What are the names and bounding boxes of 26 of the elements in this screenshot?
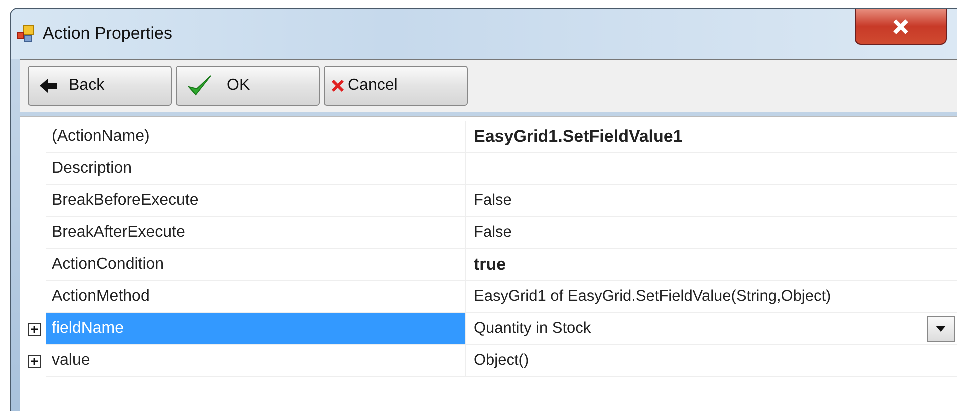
expand-icon[interactable] <box>28 322 40 336</box>
property-name[interactable]: BreakAfterExecute <box>46 217 465 249</box>
ok-button[interactable]: OK <box>176 66 320 106</box>
app-icon <box>17 25 35 43</box>
property-name[interactable]: value <box>46 345 465 377</box>
caret-icon <box>936 326 946 332</box>
checkmark-icon <box>187 74 213 98</box>
close-button[interactable] <box>855 9 947 45</box>
property-value[interactable]: EasyGrid1 of EasyGrid.SetFieldValue(String,Object) <box>465 281 957 313</box>
back-button[interactable]: Back <box>28 66 172 106</box>
property-name[interactable]: ActionCondition <box>46 249 465 281</box>
cancel-button[interactable]: Cancel <box>324 66 468 106</box>
property-value[interactable]: False <box>465 217 957 249</box>
property-value[interactable]: EasyGrid1.SetFieldValue1 <box>465 121 957 153</box>
x-mark-icon <box>331 79 345 93</box>
property-value[interactable]: False <box>465 185 957 217</box>
property-name[interactable]: Description <box>46 153 465 185</box>
property-value[interactable]: true <box>465 249 957 281</box>
dropdown-button[interactable] <box>927 316 955 342</box>
expand-icon[interactable] <box>28 354 40 368</box>
window-title: Action Properties <box>43 24 172 44</box>
close-icon <box>892 18 910 34</box>
property-name[interactable]: (ActionName) <box>46 121 465 153</box>
property-name[interactable]: BreakBeforeExecute <box>46 185 465 217</box>
property-value[interactable]: Quantity in Stock <box>465 313 957 345</box>
property-value[interactable]: Object() <box>465 345 957 377</box>
